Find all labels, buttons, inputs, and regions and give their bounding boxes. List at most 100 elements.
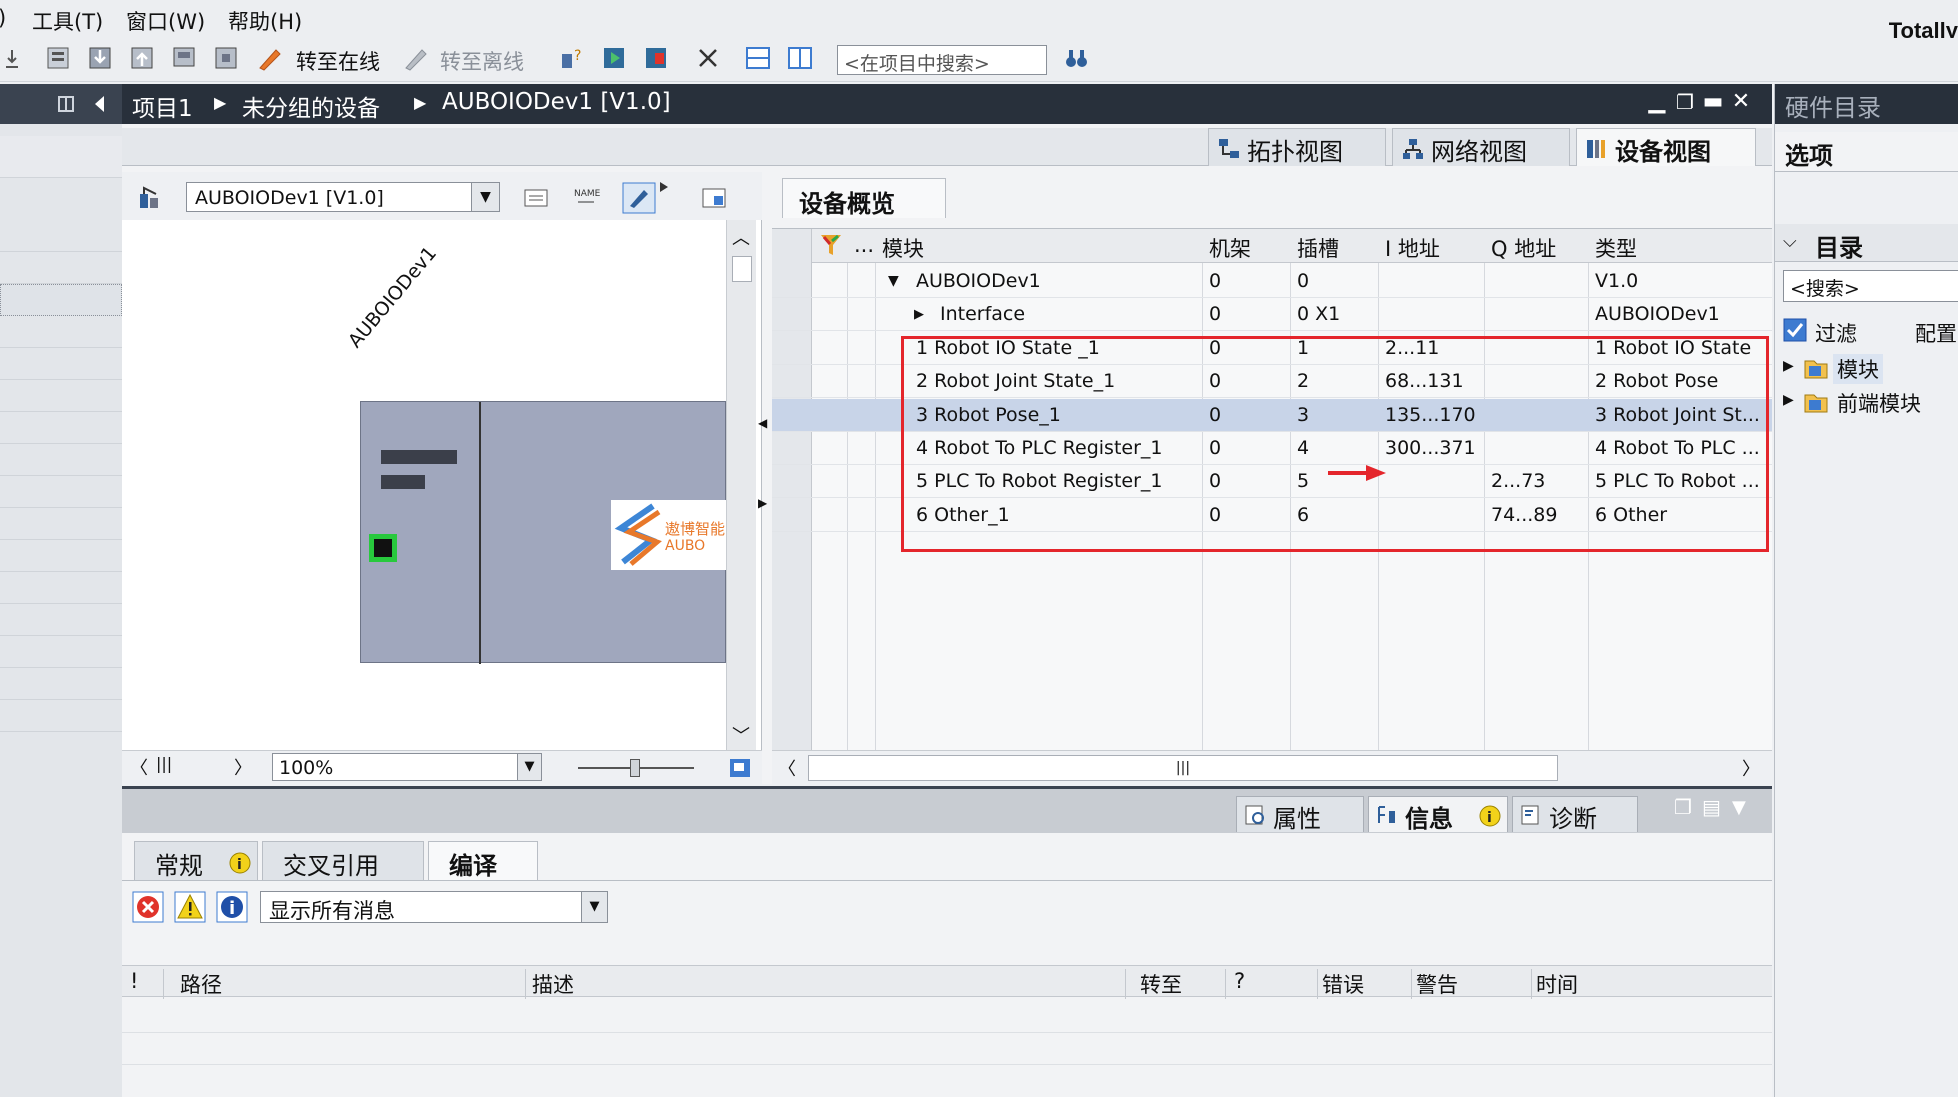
chevron-down-icon[interactable]: ▼ xyxy=(471,183,499,211)
rack-header[interactable]: 机架 xyxy=(1203,229,1291,263)
accessible-devices-icon[interactable]: ? xyxy=(558,44,586,72)
scroll-thumb[interactable] xyxy=(732,256,752,282)
chevron-down-icon[interactable]: ▼ xyxy=(1732,797,1746,818)
tree-row[interactable] xyxy=(0,700,122,732)
interface-port-icon[interactable] xyxy=(369,534,397,562)
cross-reference-icon[interactable] xyxy=(694,44,722,72)
tree-row[interactable] xyxy=(0,604,122,636)
tab-device-view[interactable]: 设备视图 xyxy=(1576,128,1756,166)
breadcrumb-ungrouped[interactable]: 未分组的设备 xyxy=(242,89,380,123)
tree-row[interactable] xyxy=(0,220,122,252)
close-icon[interactable]: ✕ xyxy=(1728,89,1754,115)
tree-row[interactable] xyxy=(0,572,122,604)
options-header[interactable]: 选项 xyxy=(1775,132,1958,172)
expand-arrow-icon[interactable]: ▶ xyxy=(1783,392,1794,408)
scroll-right-icon[interactable]: 〉 xyxy=(1742,755,1760,781)
col-time[interactable]: 时间 xyxy=(1532,969,1772,999)
module-header[interactable]: 模块 xyxy=(876,229,1203,263)
iaddr-header[interactable]: I 地址 xyxy=(1379,229,1485,263)
tree-row[interactable] xyxy=(0,668,122,700)
tab-properties[interactable]: 属性 xyxy=(1236,796,1364,833)
error-filter-icon[interactable] xyxy=(132,891,164,923)
device-tool-icon[interactable] xyxy=(622,182,656,214)
tree-row[interactable] xyxy=(0,444,122,476)
subtab-general[interactable]: 常规 i xyxy=(134,841,258,881)
device-simulation-icon[interactable] xyxy=(170,44,198,72)
tree-row[interactable] xyxy=(0,540,122,572)
scroll-left-icon[interactable]: 〈 xyxy=(130,754,148,780)
scroll-left-icon[interactable]: 〈 xyxy=(778,755,796,781)
binoculars-icon[interactable] xyxy=(1062,44,1090,72)
zoom-select[interactable]: 100% ▼ xyxy=(272,753,542,781)
message-filter-select[interactable]: 显示所有消息 ▼ xyxy=(260,891,608,923)
col-warnings[interactable]: 警告 xyxy=(1412,969,1532,999)
dots-header[interactable]: ... xyxy=(848,229,876,263)
device-select-dropdown[interactable]: AUBOIODev1 [V1.0] ▼ xyxy=(186,182,500,212)
memory-card-icon[interactable] xyxy=(212,44,240,72)
status-header-icon[interactable] xyxy=(812,229,848,263)
info-filter-icon[interactable]: i xyxy=(216,891,248,923)
chevron-down-icon[interactable]: ▼ xyxy=(517,754,541,780)
type-header[interactable]: 类型 xyxy=(1589,229,1772,263)
splitter-right-icon[interactable]: ▶ xyxy=(758,496,770,526)
slot-header[interactable]: 插槽 xyxy=(1291,229,1379,263)
minimize-icon[interactable]: ▁ xyxy=(1644,89,1670,115)
breadcrumb-device[interactable]: AUBOIODev1 [V1.0] xyxy=(442,89,671,115)
warning-filter-icon[interactable] xyxy=(174,891,206,923)
dropdown-arrow-icon[interactable] xyxy=(658,180,670,194)
chevron-down-icon[interactable]: ▼ xyxy=(581,892,607,922)
menu-tools[interactable]: 工具(T) xyxy=(32,6,103,36)
menu-window[interactable]: 窗口(W) xyxy=(126,6,205,36)
start-cpu-icon[interactable] xyxy=(600,44,628,72)
device-canvas[interactable]: AUBOIODev1 遨博智能 AUBO xyxy=(122,220,727,750)
download-to-device-icon[interactable] xyxy=(86,44,114,72)
col-description[interactable]: 描述 xyxy=(526,969,1126,999)
tab-network-view[interactable]: 网络视图 xyxy=(1392,128,1570,166)
download-small-icon[interactable] xyxy=(4,44,32,72)
upload-from-device-icon[interactable] xyxy=(128,44,156,72)
filter-checkbox-icon[interactable] xyxy=(1783,318,1807,342)
tree-row-selected[interactable] xyxy=(0,284,122,316)
compile-icon[interactable] xyxy=(44,44,72,72)
tab-topology-view[interactable]: 拓扑视图 xyxy=(1208,128,1386,166)
table-row[interactable]: ▶ Interface 0 0 X1 AUBOIODev1 xyxy=(772,298,1772,332)
pane-layout-icon[interactable] xyxy=(700,184,728,212)
tab-info[interactable]: 信息 i xyxy=(1368,796,1508,833)
catalog-item-frontend-modules[interactable]: ▶ 前端模块 xyxy=(1783,386,1958,418)
restore-icon[interactable]: ❐ xyxy=(1672,89,1698,115)
overview-navigation-icon[interactable] xyxy=(728,757,752,779)
col-errors[interactable]: 错误 xyxy=(1318,969,1412,999)
zoom-slider-handle[interactable] xyxy=(630,759,640,777)
go-offline-icon[interactable] xyxy=(402,44,430,72)
catalog-section-header[interactable]: ⌵ 目录 xyxy=(1775,224,1958,262)
tree-row[interactable] xyxy=(0,380,122,412)
collapse-left-icon[interactable] xyxy=(92,94,108,114)
show-names-icon[interactable]: NAME xyxy=(572,184,600,212)
go-offline-label[interactable]: 转至离线 xyxy=(440,46,524,76)
subtab-cross-reference[interactable]: 交叉引用 xyxy=(262,841,424,881)
catalog-item-modules[interactable]: ▶ 模块 xyxy=(1783,352,1958,384)
catalog-search-input[interactable]: <搜索> xyxy=(1783,270,1958,302)
scroll-down-icon[interactable]: ﹀ xyxy=(732,722,750,748)
show-address-icon[interactable] xyxy=(522,184,550,212)
float-window-icon[interactable]: ❐ xyxy=(1674,795,1692,819)
overview-hscroll[interactable]: 〈 ||| 〉 xyxy=(772,750,1772,784)
tab-device-overview[interactable]: 设备概览 xyxy=(782,178,946,218)
config-label[interactable]: 配置 xyxy=(1915,318,1957,348)
layout-window-icon[interactable]: ▤ xyxy=(1702,795,1721,819)
split-vertical-icon[interactable] xyxy=(786,44,814,72)
scroll-up-icon[interactable]: ︿ xyxy=(732,224,750,250)
chevron-down-icon[interactable]: ⌵ xyxy=(1783,231,1797,252)
table-row[interactable]: ▼ AUBOIODev1 0 0 V1.0 xyxy=(772,265,1772,298)
tree-row[interactable] xyxy=(0,316,122,348)
maximize-icon[interactable]: ▬ xyxy=(1700,89,1726,115)
device-canvas-vscroll[interactable]: ︿ ﹀ xyxy=(726,220,756,750)
menu-help[interactable]: 帮助(H) xyxy=(228,6,302,36)
breadcrumb-project[interactable]: 项目1 xyxy=(132,89,193,123)
network-device-icon[interactable] xyxy=(136,184,164,212)
expand-tree-icon[interactable]: ▶ xyxy=(914,307,924,322)
stop-cpu-icon[interactable] xyxy=(642,44,670,72)
collapse-tree-icon[interactable]: ▼ xyxy=(888,273,899,289)
col-help[interactable]: ? xyxy=(1230,969,1318,999)
go-online-label[interactable]: 转至在线 xyxy=(296,46,380,76)
